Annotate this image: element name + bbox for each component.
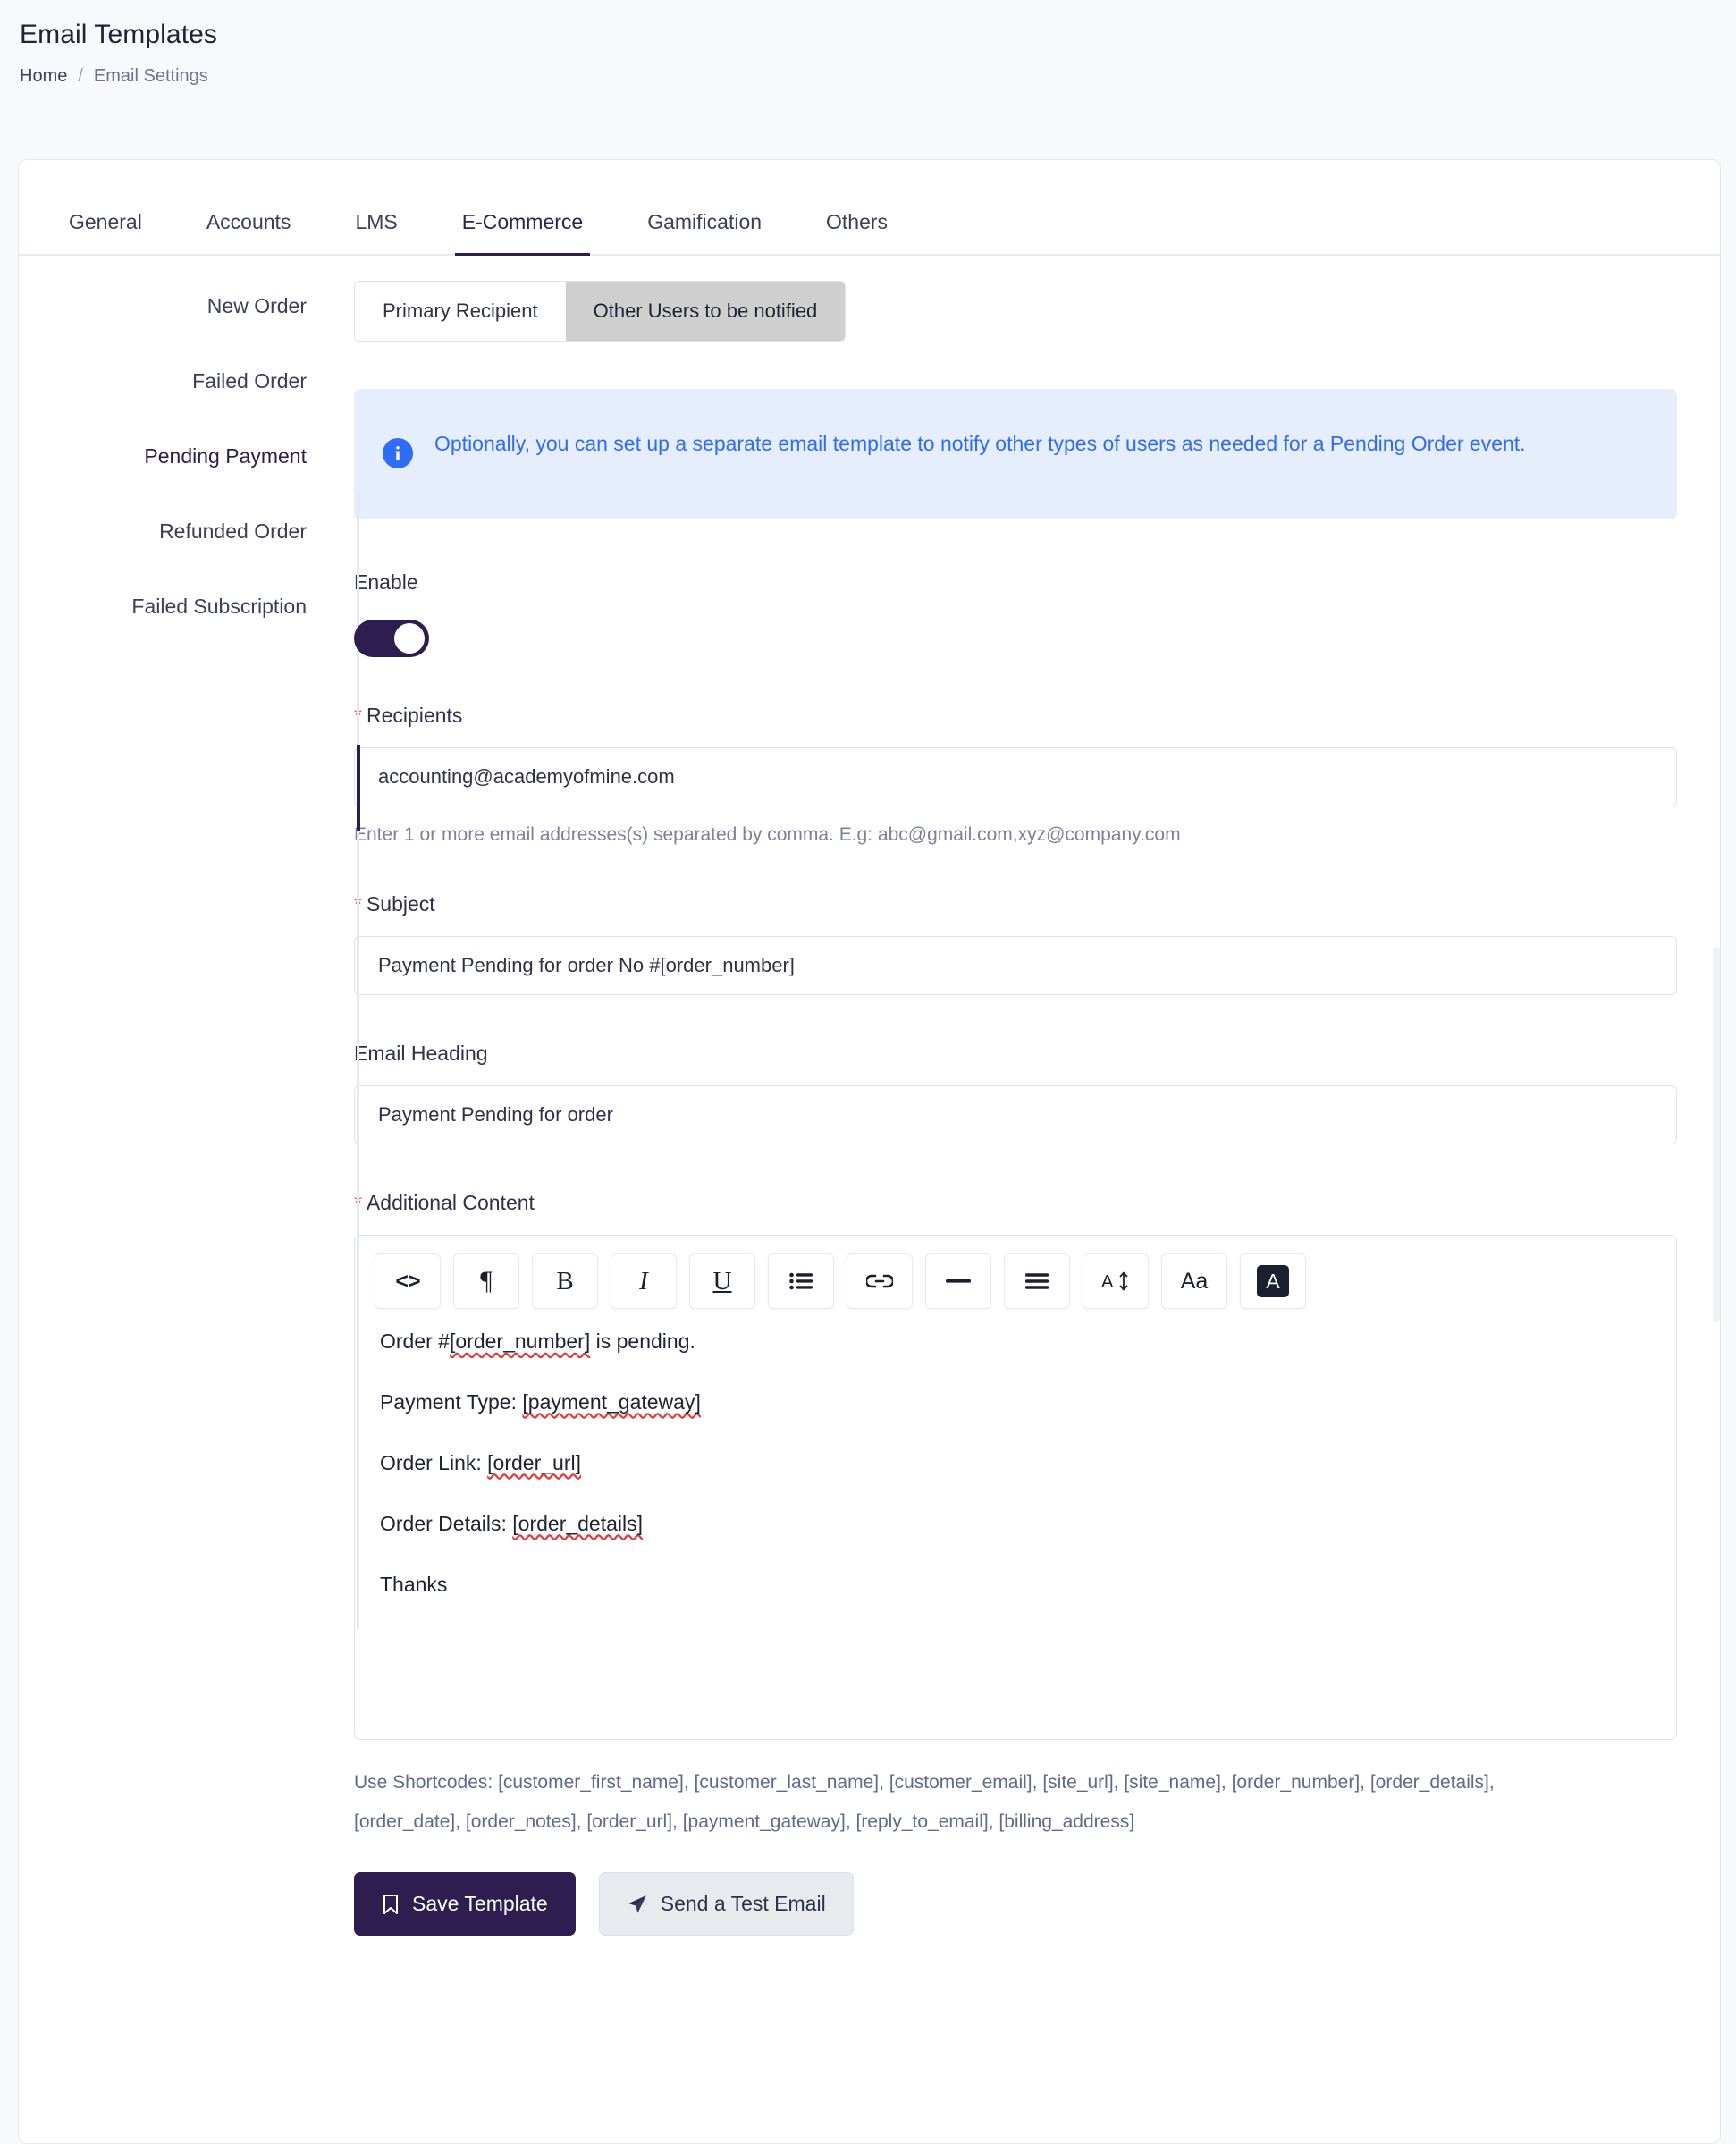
editor-line: Order #[order_number] is pending. [380,1329,1651,1355]
segment-primary-recipient[interactable]: Primary Recipient [355,282,566,341]
segment-other-users-to-be-notified[interactable]: Other Users to be notified [565,282,846,341]
send-test-email-label: Send a Test Email [660,1892,826,1916]
breadcrumb: Home / Email Settings [20,66,1716,87]
subject-label: *Subject [354,892,1677,916]
page-title: Email Templates [20,20,218,49]
shortcodes-line-1: Use Shortcodes: [customer_first_name], [… [354,1772,1495,1793]
horizontal-rule-icon[interactable] [925,1253,991,1309]
recipients-help-text: Enter 1 or more email addresses(s) separ… [354,824,1181,845]
paper-plane-icon [627,1894,648,1915]
sidebar-active-indicator [357,745,360,831]
editor-line-suffix: is pending. [590,1329,695,1353]
editor-line: Payment Type: [payment_gateway] [380,1389,1651,1416]
enable-toggle-knob [394,623,425,654]
enable-label: Enable [354,570,418,594]
recipients-label-text: Recipients [366,704,463,727]
subject-label-text: Subject [366,892,435,916]
settings-content: Primary Recipient Other Users to be noti… [330,281,1720,1971]
editor-line: Thanks [380,1572,1651,1599]
save-template-label: Save Template [412,1892,548,1916]
sidebar-item-pending-payment[interactable]: Pending Payment [62,431,307,482]
settings-tabs: General Accounts LMS E-Commerce Gamifica… [19,201,1720,256]
shortcode-token: [order_details] [512,1511,644,1535]
editor-line-prefix: Payment Type: [380,1389,523,1414]
shortcode-token: [payment_gateway] [522,1389,701,1414]
send-test-email-button[interactable]: Send a Test Email [598,1872,854,1937]
rich-text-editor: <> ¶ B I U A Aa A Order #[order_number] … [354,1235,1677,1740]
paragraph-icon[interactable]: ¶ [453,1253,519,1309]
sidebar-item-failed-subscription[interactable]: Failed Subscription [62,581,307,632]
shortcodes-help: Use Shortcodes: [customer_first_name], [… [354,1763,1677,1842]
code-icon[interactable]: <> [375,1253,441,1309]
editor-line-prefix: Order Details: [380,1511,513,1535]
bold-icon[interactable]: B [532,1253,598,1309]
tab-others[interactable]: Others [819,201,895,254]
subject-input[interactable] [354,936,1677,995]
save-template-button[interactable]: Save Template [354,1872,576,1937]
recipient-type-segmented-control: Primary Recipient Other Users to be noti… [354,281,847,342]
text-case-icon[interactable]: Aa [1161,1253,1227,1309]
shortcodes-line-2: [order_date], [order_notes], [order_url]… [354,1811,1135,1833]
link-icon[interactable] [847,1253,913,1309]
editor-line-prefix: Thanks [380,1572,448,1596]
recipients-label: *Recipients [354,704,1677,728]
breadcrumb-current: Email Settings [93,66,208,86]
email-type-sidebar: New Order Failed Order Pending Payment R… [62,281,360,1971]
recipients-input[interactable] [354,747,1677,806]
sidebar-item-refunded-order[interactable]: Refunded Order [62,506,307,557]
enable-toggle[interactable] [354,620,429,657]
email-heading-label: Email Heading [354,1042,488,1065]
tab-gamification[interactable]: Gamification [640,201,769,254]
bookmark-icon [382,1894,400,1915]
editor-line-prefix: Order Link: [380,1450,488,1474]
font-size-icon[interactable]: A [1083,1253,1149,1309]
info-icon: i [383,438,413,468]
italic-icon[interactable]: I [611,1253,677,1309]
align-icon[interactable] [1004,1253,1070,1309]
page-header: Email Templates Home / Email Settings [0,0,1736,87]
content-scrollbar[interactable] [1713,947,1720,1322]
editor-toolbar: <> ¶ B I U A Aa A [355,1236,1676,1321]
editor-line: Order Link: [order_url] [380,1450,1651,1477]
sidebar-item-failed-order[interactable]: Failed Order [62,356,307,407]
svg-text:A: A [1101,1272,1114,1292]
underline-icon[interactable]: U [689,1253,755,1309]
tab-lms[interactable]: LMS [348,201,404,254]
editor-line-prefix: Order # [380,1329,450,1353]
breadcrumb-separator: / [78,66,83,86]
additional-content-label-text: Additional Content [366,1191,535,1214]
shortcode-token: [order_number] [449,1329,591,1353]
sidebar-divider [357,494,359,1629]
tab-e-commerce[interactable]: E-Commerce [454,201,591,256]
bullet-list-icon[interactable] [768,1253,834,1309]
email-heading-input[interactable] [354,1085,1677,1144]
settings-card: General Accounts LMS E-Commerce Gamifica… [18,159,1721,2144]
editor-content[interactable]: Order #[order_number] is pending. Paymen… [355,1321,1676,1650]
additional-content-label: *Additional Content [354,1191,1677,1215]
sidebar-item-new-order[interactable]: New Order [62,281,307,332]
text-color-icon[interactable]: A [1240,1253,1306,1309]
info-banner: i Optionally, you can set up a separate … [354,389,1677,519]
editor-line: Order Details: [order_details] [380,1511,1651,1538]
tab-accounts[interactable]: Accounts [199,201,299,254]
form-actions: Save Template Send a Test Email [354,1872,1677,1971]
breadcrumb-home-link[interactable]: Home [20,66,67,87]
tab-general[interactable]: General [62,201,149,254]
info-banner-text: Optionally, you can set up a separate em… [434,432,1526,455]
shortcode-token: [order_url] [487,1450,581,1474]
